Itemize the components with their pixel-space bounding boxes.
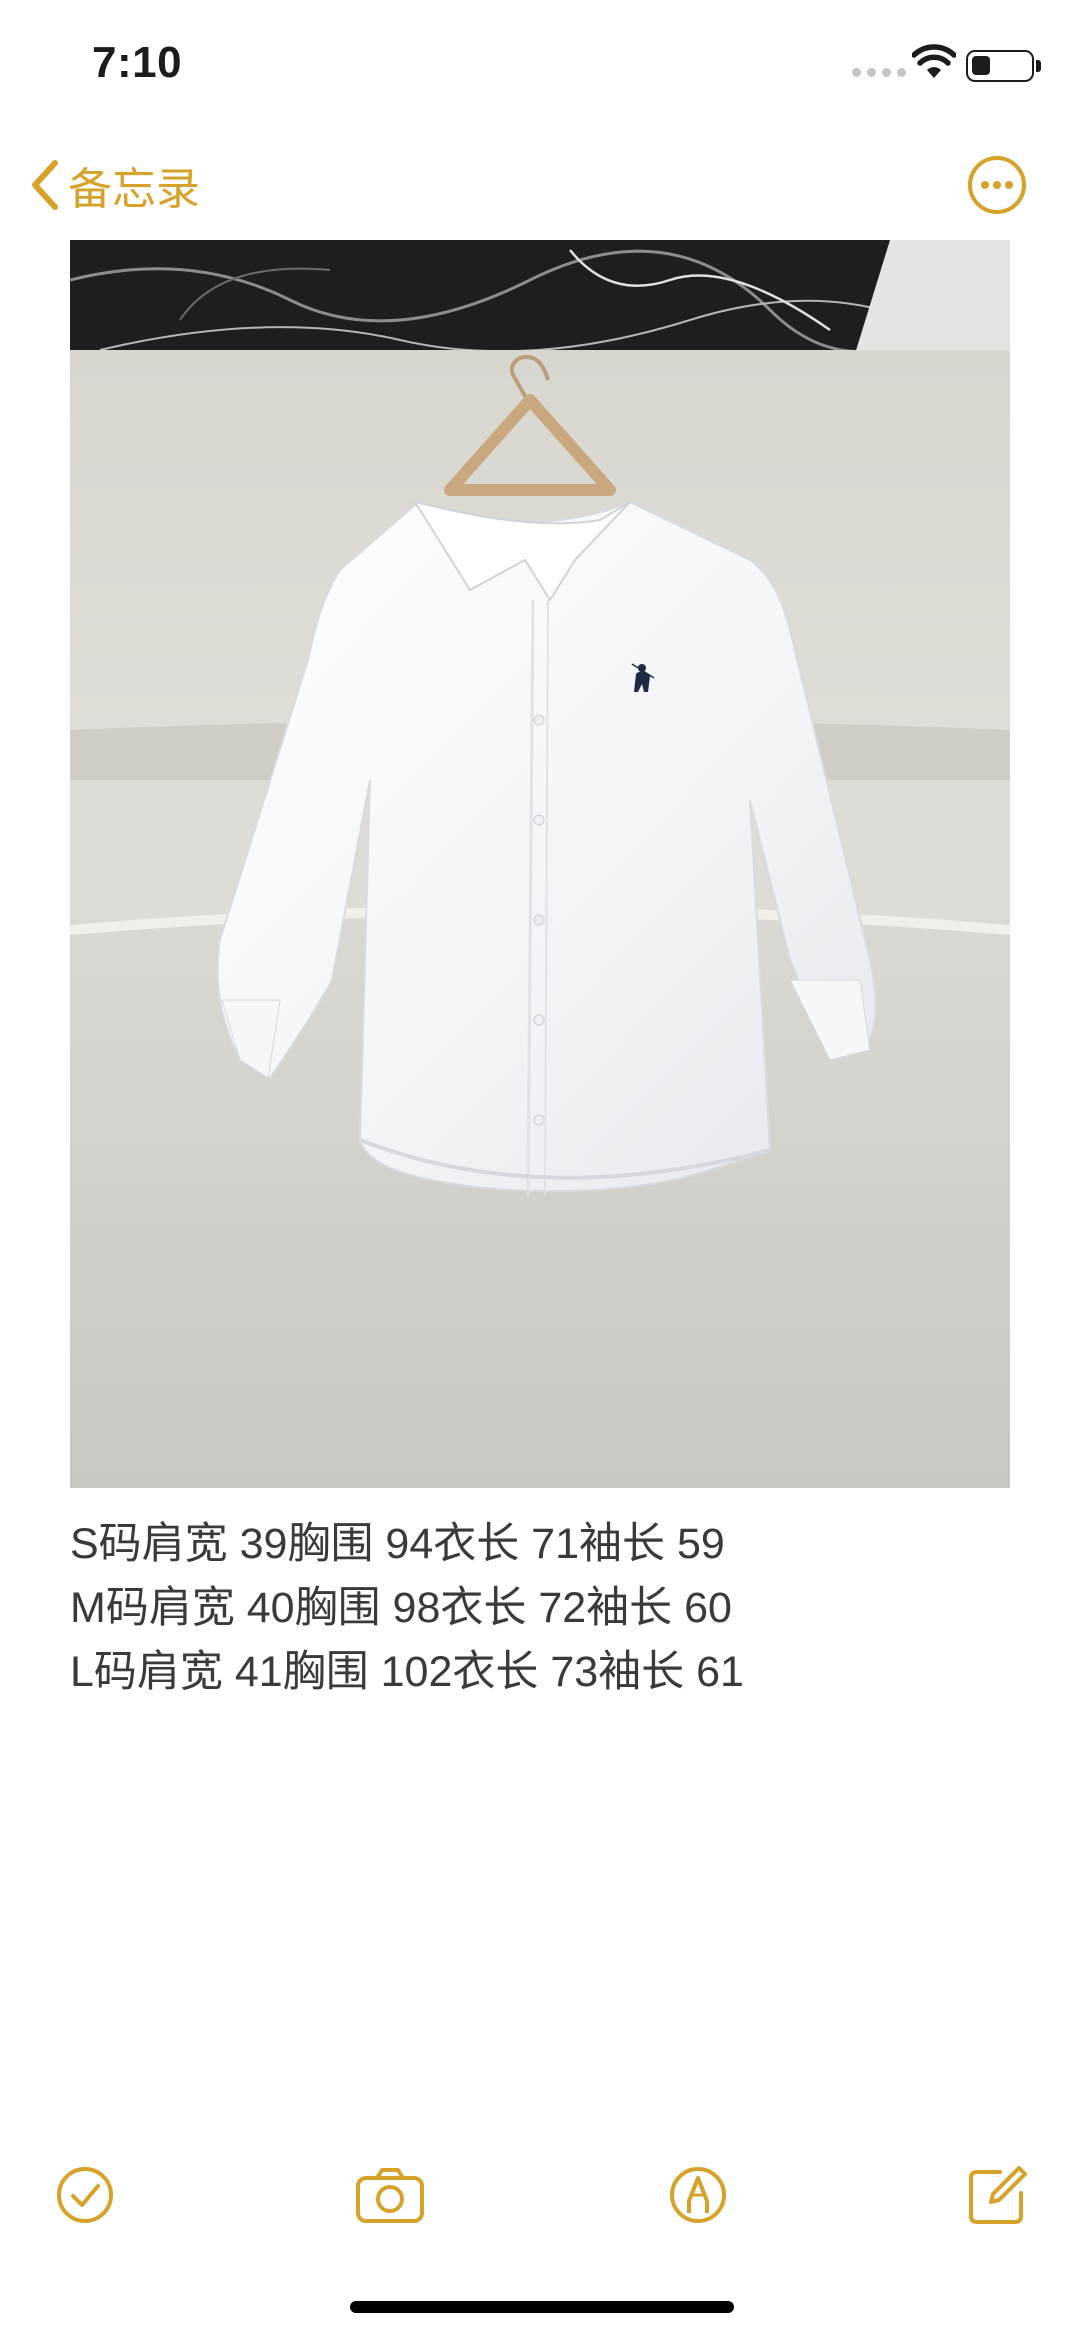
camera-button[interactable] <box>355 2160 425 2230</box>
markup-icon <box>670 2167 726 2223</box>
note-image-shirt[interactable] <box>70 240 1010 1488</box>
camera-icon <box>356 2168 424 2223</box>
size-line-l: L码肩宽 41胸围 102衣长 73袖长 61 <box>70 1648 744 1696</box>
size-line-m: M码肩宽 40胸围 98衣长 72袖长 60 <box>70 1584 732 1632</box>
nav-bar: 备忘录 <box>0 150 1080 220</box>
back-button[interactable]: 备忘录 <box>30 150 200 220</box>
back-label: 备忘录 <box>68 165 200 214</box>
size-line-s: S码肩宽 39胸围 94衣长 71袖长 59 <box>70 1520 725 1568</box>
wifi-icon <box>912 44 956 78</box>
compose-icon <box>969 2166 1027 2224</box>
compose-button[interactable] <box>963 2160 1033 2230</box>
markup-button[interactable] <box>663 2160 733 2230</box>
battery-icon <box>966 50 1041 82</box>
chevron-left-icon <box>32 160 58 210</box>
status-bar: 7:10 <box>0 0 1080 130</box>
home-indicator[interactable] <box>350 2301 734 2313</box>
checklist-button[interactable] <box>50 2160 120 2230</box>
checklist-icon <box>57 2167 113 2223</box>
cellular-signal-icon <box>852 68 906 77</box>
more-options-icon[interactable] <box>966 154 1028 216</box>
status-time: 7:10 <box>92 38 183 87</box>
note-body[interactable]: S码肩宽 39胸围 94衣长 71袖长 59 M码肩宽 40胸围 98衣长 72… <box>70 1512 1010 1704</box>
